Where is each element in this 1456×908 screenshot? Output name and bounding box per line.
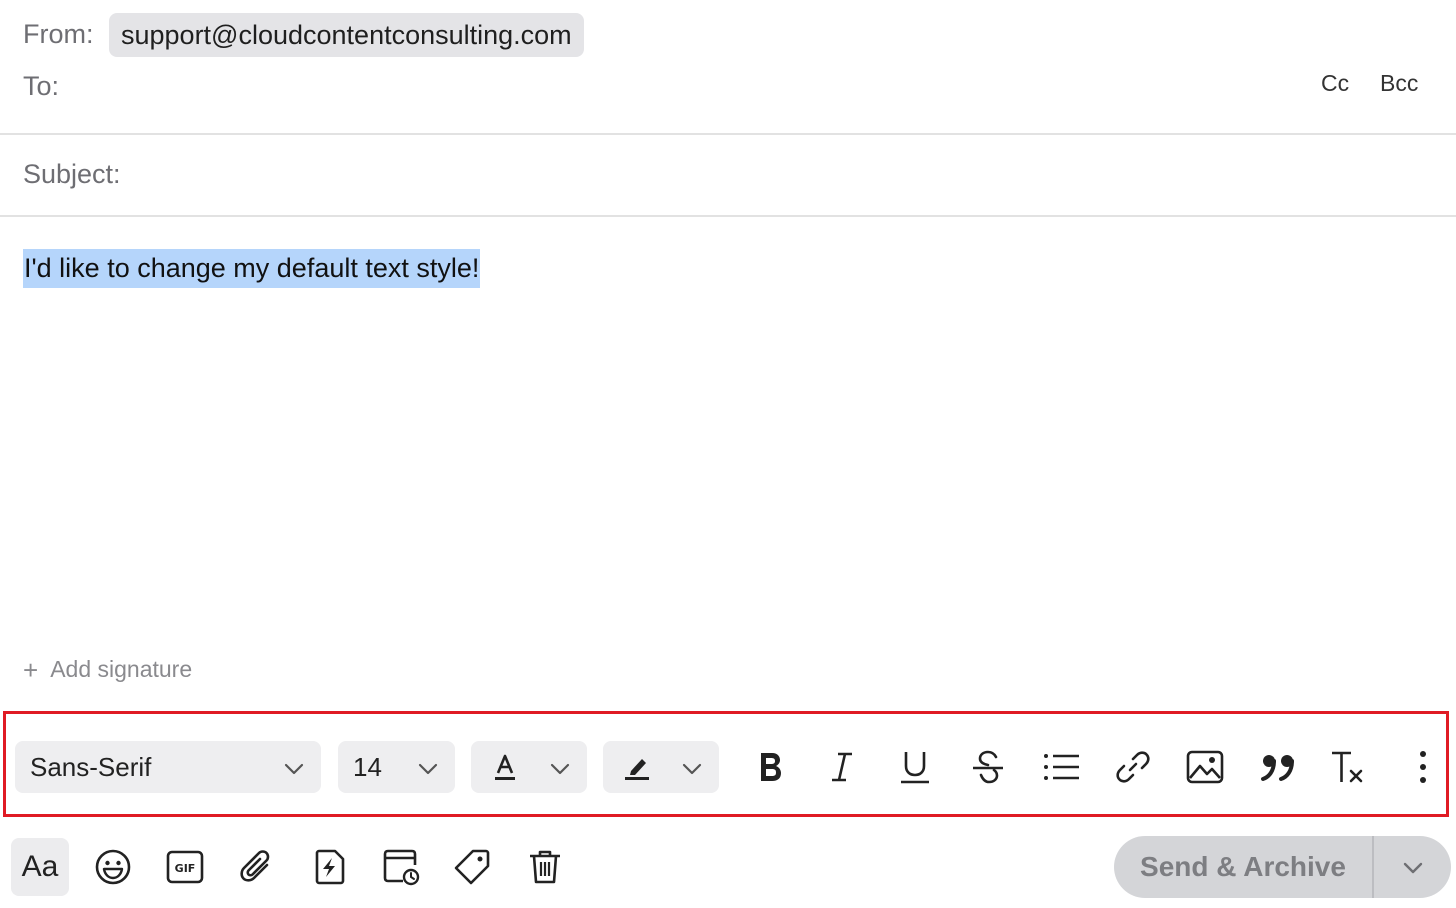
emoji-icon bbox=[95, 849, 131, 885]
chevron-down-icon bbox=[418, 763, 438, 775]
label-button[interactable] bbox=[443, 838, 501, 896]
cc-button[interactable]: Cc bbox=[1321, 70, 1349, 97]
more-formatting-button[interactable] bbox=[1403, 747, 1443, 787]
to-field[interactable]: To: bbox=[23, 71, 59, 102]
emoji-button[interactable] bbox=[84, 838, 142, 896]
font-size-value: 14 bbox=[353, 751, 382, 782]
italic-button[interactable] bbox=[822, 747, 862, 787]
bulleted-list-icon bbox=[1044, 754, 1079, 780]
bcc-button[interactable]: Bcc bbox=[1380, 70, 1418, 97]
font-family-dropdown[interactable]: Sans-Serif bbox=[15, 741, 321, 793]
font-family-value: Sans-Serif bbox=[30, 751, 152, 782]
insert-link-button[interactable] bbox=[1113, 747, 1153, 787]
snippet-icon bbox=[315, 849, 345, 885]
quote-button[interactable] bbox=[1259, 747, 1299, 787]
plus-icon: + bbox=[23, 654, 39, 685]
underline-icon bbox=[901, 752, 929, 784]
gif-icon: GIF bbox=[166, 850, 204, 884]
add-signature-button[interactable]: + Add signature bbox=[23, 656, 192, 683]
divider bbox=[0, 133, 1456, 135]
send-options-button[interactable] bbox=[1374, 836, 1451, 898]
insert-image-button[interactable] bbox=[1185, 747, 1225, 787]
send-and-archive-button[interactable]: Send & Archive bbox=[1114, 836, 1372, 898]
from-address-chip[interactable]: support@cloudcontentconsulting.com bbox=[109, 13, 584, 57]
underline-button[interactable] bbox=[895, 747, 935, 787]
divider bbox=[0, 215, 1456, 217]
bold-icon bbox=[761, 753, 781, 781]
link-icon bbox=[1116, 751, 1150, 783]
snippets-button[interactable] bbox=[300, 838, 358, 896]
chevron-down-icon bbox=[550, 763, 570, 775]
svg-text:GIF: GIF bbox=[175, 862, 196, 875]
chevron-down-icon bbox=[284, 763, 304, 775]
clear-formatting-icon bbox=[1332, 751, 1363, 783]
attachment-icon bbox=[240, 850, 270, 882]
label-icon bbox=[454, 849, 490, 885]
image-icon bbox=[1186, 750, 1224, 784]
message-body-selected-text[interactable]: I'd like to change my default text style… bbox=[23, 249, 481, 288]
strikethrough-icon bbox=[973, 750, 1003, 784]
from-label: From: bbox=[23, 19, 94, 49]
clear-formatting-button[interactable] bbox=[1329, 747, 1369, 787]
quote-icon bbox=[1261, 755, 1294, 781]
bold-button[interactable] bbox=[750, 747, 790, 787]
add-signature-label: Add signature bbox=[50, 656, 193, 682]
highlight-color-dropdown[interactable] bbox=[603, 741, 719, 793]
attach-file-button[interactable] bbox=[228, 838, 286, 896]
font-size-dropdown[interactable]: 14 bbox=[338, 741, 455, 793]
strikethrough-button[interactable] bbox=[968, 747, 1008, 787]
discard-draft-button[interactable] bbox=[516, 838, 574, 896]
gif-button[interactable]: GIF bbox=[156, 838, 214, 896]
more-options-icon bbox=[1420, 751, 1426, 783]
italic-icon bbox=[832, 752, 852, 782]
highlight-icon bbox=[625, 759, 649, 780]
send-button-group: Send & Archive bbox=[1114, 836, 1451, 898]
trash-icon bbox=[530, 850, 560, 884]
schedule-send-button[interactable] bbox=[372, 838, 430, 896]
formatting-toolbar: Sans-Serif 14 bbox=[3, 711, 1449, 817]
bulleted-list-button[interactable] bbox=[1041, 747, 1081, 787]
schedule-icon bbox=[383, 849, 420, 886]
chevron-down-icon bbox=[682, 763, 702, 775]
text-color-dropdown[interactable] bbox=[471, 741, 587, 793]
subject-field[interactable]: Subject: bbox=[23, 159, 121, 190]
chevron-down-icon bbox=[1403, 862, 1422, 874]
text-color-icon bbox=[495, 754, 515, 780]
format-text-button[interactable]: Aa bbox=[11, 838, 69, 896]
